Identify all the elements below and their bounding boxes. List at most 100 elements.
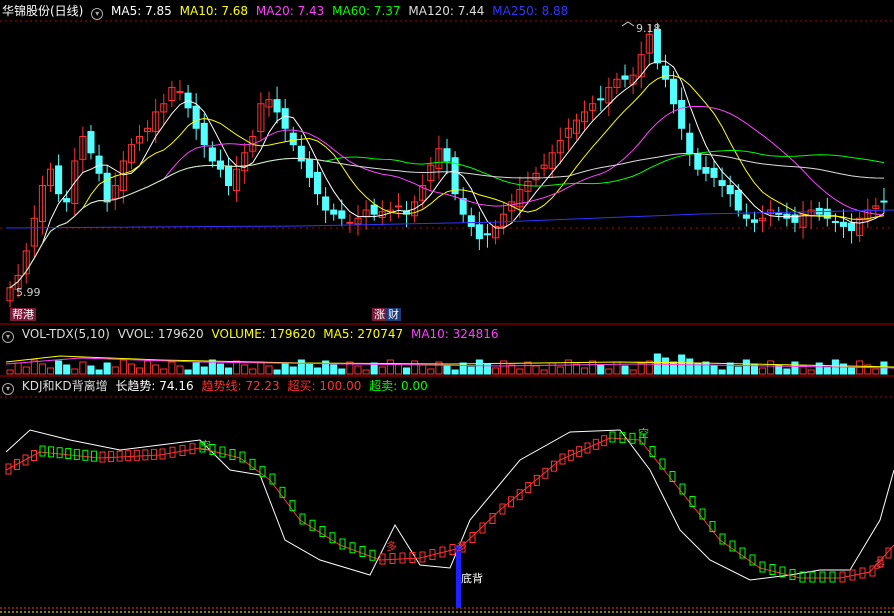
volume-bar: [734, 366, 742, 375]
event-tag-2b[interactable]: 财: [386, 308, 401, 321]
volume-bar: [451, 369, 459, 375]
candle: [694, 153, 702, 170]
ma250-label: MA250: 8.88: [492, 4, 569, 18]
volume-bar: [791, 361, 799, 375]
kdj-block: [629, 432, 636, 444]
volume-bar: [492, 367, 500, 375]
volume-bar: [330, 364, 338, 375]
candle: [621, 75, 629, 80]
volume-bar: [338, 368, 346, 375]
settings-icon[interactable]: ▾: [2, 331, 14, 343]
candle: [87, 131, 95, 154]
volume-bar: [742, 359, 750, 375]
volume-bar: [402, 367, 411, 375]
kdj-block: [289, 500, 296, 512]
kdj-block: [609, 431, 616, 443]
candle: [330, 209, 338, 215]
volume-bar: [160, 368, 168, 375]
volume-bar: [572, 363, 581, 375]
kdj-indicator-name: KDJ和KD背离增: [21, 379, 108, 393]
candle: [750, 219, 759, 223]
volume-bar: [783, 368, 791, 375]
vol-ma5-value: MA5: 270747: [323, 327, 404, 341]
ma20-line: [9, 105, 885, 289]
volume-bar: [548, 362, 556, 375]
volume-bar: [872, 368, 880, 375]
vol-indicator-name: VOL-TDX(5,10): [21, 327, 110, 341]
candle: [678, 99, 686, 129]
volume-bar: [79, 361, 87, 375]
volume-bar: [540, 369, 548, 375]
volume-bar: [168, 361, 176, 375]
candle: [346, 221, 354, 224]
candle: [823, 208, 831, 219]
candle: [305, 158, 313, 178]
candle: [775, 212, 783, 215]
kdj-block: [65, 448, 72, 460]
volume-bar: [605, 368, 613, 375]
volume-bar: [354, 365, 362, 375]
volume-bar: [224, 367, 233, 375]
candle: [718, 180, 726, 187]
candle: [443, 148, 451, 162]
volume-bar: [759, 367, 767, 375]
candle: [370, 204, 378, 215]
signal-duo-1: 多: [386, 540, 397, 553]
kdj-block: [349, 542, 356, 554]
event-tag-1[interactable]: 帮港: [10, 308, 36, 321]
chart-canvas: [0, 20, 894, 613]
candle: [661, 65, 670, 80]
volume-bar: [702, 361, 710, 375]
stock-title: 华锦股份(日线): [2, 4, 84, 18]
candle: [313, 171, 322, 195]
candle: [710, 167, 718, 178]
long-trend-value: 长趋势: 74.16: [115, 379, 194, 393]
volume-bar: [87, 365, 95, 375]
volume-bar: [621, 365, 629, 375]
volume-bar: [362, 369, 370, 375]
candle: [742, 214, 750, 219]
volume-bar: [637, 362, 645, 375]
volume-bar: [597, 364, 605, 375]
volume-bar: [411, 360, 419, 375]
volume-bar: [581, 367, 589, 375]
event-tag-2a[interactable]: 涨: [372, 308, 387, 321]
overbought-value: 超买: 100.00: [287, 379, 362, 393]
volume-bar: [661, 357, 670, 375]
volume-bar: [807, 369, 815, 375]
kdj-block: [409, 552, 416, 563]
volume-bar: [516, 368, 524, 375]
volume-bar: [22, 366, 30, 375]
candle: [597, 98, 605, 101]
high-price-label: 9.18: [636, 22, 661, 35]
candle: [734, 189, 742, 211]
candle: [483, 233, 492, 236]
volume-bar: [815, 362, 823, 375]
divergence-label: 底背: [461, 572, 483, 585]
settings-icon[interactable]: ▾: [91, 8, 104, 20]
ma120-label: MA120: 7.44: [408, 4, 485, 18]
volume-bar: [71, 368, 79, 375]
volume-bar: [589, 360, 597, 375]
volume-bar: [14, 362, 22, 375]
volume-bar: [823, 366, 831, 375]
candle: [475, 224, 483, 240]
candle: [702, 167, 710, 174]
kdj-block: [108, 451, 115, 463]
kdj-block: [369, 549, 376, 561]
candle: [55, 165, 63, 195]
candle: [208, 147, 216, 162]
kdj-block: [125, 450, 132, 462]
candle: [281, 108, 289, 129]
volume-bar: [305, 363, 313, 375]
volume-bar: [63, 364, 71, 375]
settings-icon[interactable]: ▾: [2, 383, 14, 395]
kdj-block: [150, 448, 157, 460]
kdj-block: [133, 449, 140, 461]
volume-bar: [718, 369, 726, 375]
kdj-block: [399, 552, 406, 564]
vvol-value: VVOL: 179620: [117, 327, 204, 341]
volume-bar: [645, 360, 653, 375]
kdj-block: [229, 449, 236, 460]
ma20-label: MA20: 7.43: [255, 4, 325, 18]
